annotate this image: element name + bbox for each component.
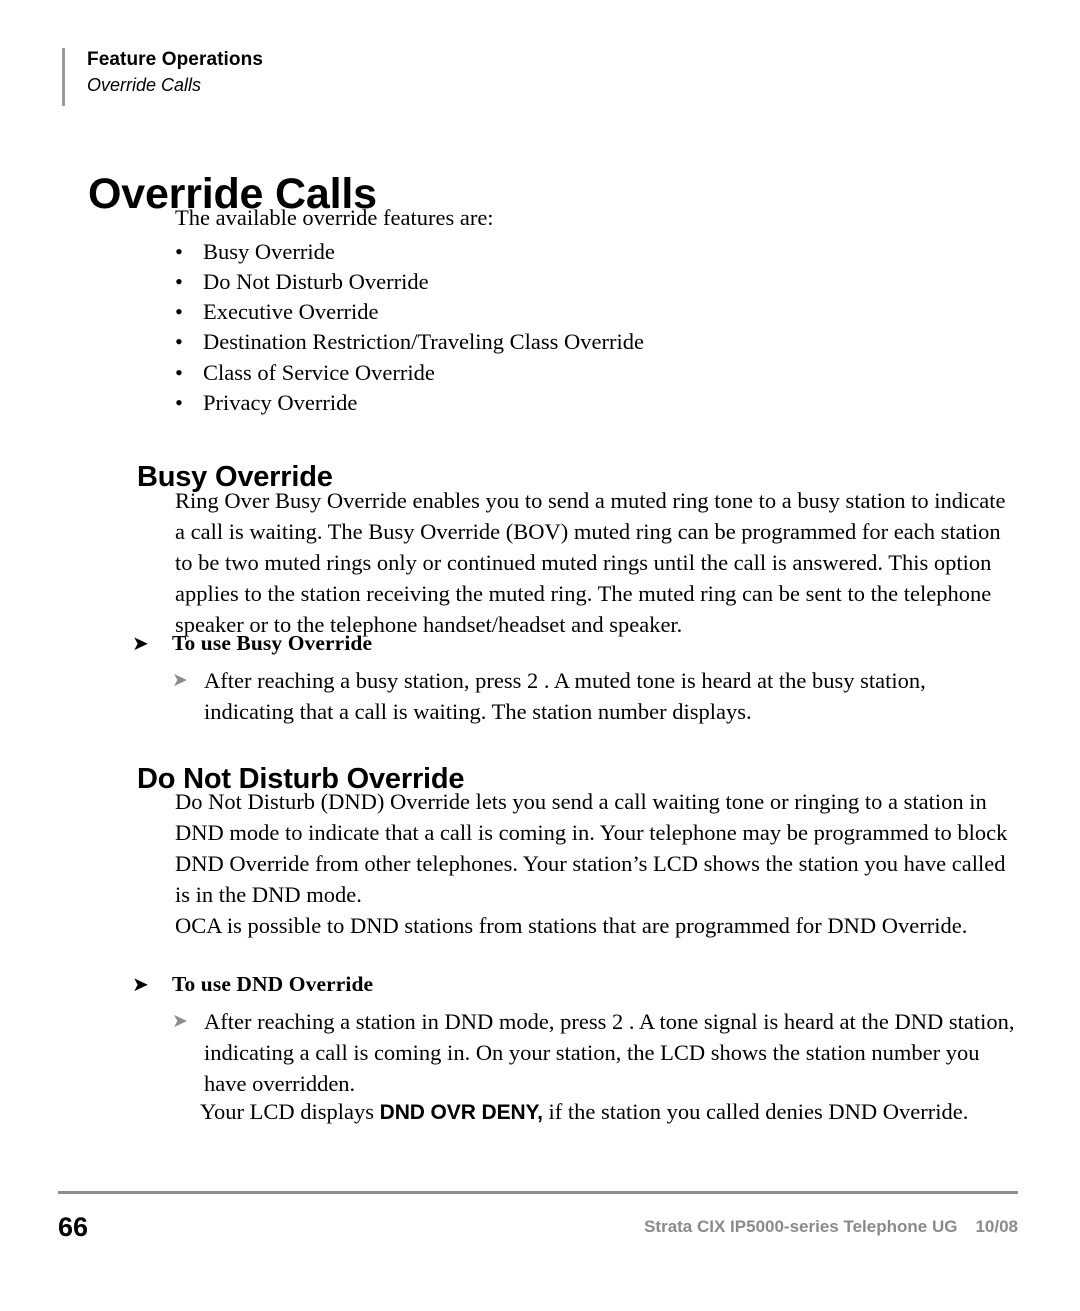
list-item: • Class of Service Override: [175, 358, 1015, 388]
arrow-right-icon: ➤: [132, 974, 149, 996]
running-header-section: Override Calls: [87, 75, 202, 95]
procedure-step-busy-override: ➤ After reaching a busy station, press 2…: [172, 665, 1017, 727]
page-number: 66: [58, 1212, 89, 1242]
procedure-step-dnd-override: ➤ After reaching a station in DND mode, …: [172, 1006, 1017, 1099]
list-item: • Privacy Override: [175, 388, 1015, 418]
arrow-right-icon: ➤: [172, 670, 188, 691]
arrow-right-icon: ➤: [172, 1011, 188, 1032]
list-item-label: Executive Override: [203, 299, 379, 324]
bullet-icon: •: [175, 390, 183, 415]
procedure-heading-dnd-override: ➤ To use DND Override: [132, 970, 373, 999]
note-prefix: Your LCD displays: [200, 1099, 380, 1124]
procedure-heading-busy-override: ➤ To use Busy Override: [132, 629, 372, 658]
footer-divider: [58, 1191, 1018, 1194]
note-suffix: if the station you called denies DND Ove…: [542, 1099, 969, 1124]
list-item: • Busy Override: [175, 237, 1015, 267]
list-item-label: Do Not Disturb Override: [203, 269, 429, 294]
bullet-icon: •: [175, 239, 183, 264]
list-item-label: Privacy Override: [203, 390, 358, 415]
footer-publication-date: 10/08: [975, 1217, 1018, 1236]
list-item: • Destination Restriction/Traveling Clas…: [175, 327, 1015, 357]
arrow-right-icon: ➤: [132, 633, 149, 655]
intro-paragraph: The available override features are:: [175, 205, 494, 230]
footer-publication-title: Strata CIX IP5000-series Telephone UG: [644, 1217, 958, 1236]
bullet-icon: •: [175, 299, 183, 324]
document-page: Feature Operations Override Calls Overri…: [0, 0, 1080, 1311]
procedure-step-text: After reaching a station in DND mode, pr…: [204, 1009, 1015, 1096]
running-header-chapter: Feature Operations: [87, 49, 264, 70]
list-item: • Do Not Disturb Override: [175, 267, 1015, 297]
footer-publication: Strata CIX IP5000-series Telephone UG 10/…: [644, 1216, 1018, 1238]
section-body-dnd-oca: OCA is possible to DND stations from sta…: [175, 913, 968, 938]
bullet-icon: •: [175, 329, 183, 354]
section-body-busy-override: Ring Over Busy Override enables you to s…: [175, 488, 1006, 637]
bullet-icon: •: [175, 269, 183, 294]
procedure-heading-label: To use DND Override: [172, 972, 374, 996]
dnd-deny-note: Your LCD displays DND OVR DENY, if the s…: [200, 1096, 1020, 1128]
procedure-step-text: After reaching a busy station, press 2 .…: [204, 668, 926, 724]
note-emphasis: DND OVR DENY,: [379, 1101, 543, 1124]
section-body-dnd-override: Do Not Disturb (DND) Override lets you s…: [175, 789, 1008, 907]
list-item: • Executive Override: [175, 297, 1015, 327]
procedure-heading-label: To use Busy Override: [172, 631, 373, 655]
bullet-icon: •: [175, 360, 183, 385]
running-header: Feature Operations Override Calls: [62, 48, 263, 106]
list-item-label: Destination Restriction/Traveling Class …: [203, 329, 644, 354]
list-item-label: Class of Service Override: [203, 360, 435, 385]
list-item-label: Busy Override: [203, 239, 335, 264]
